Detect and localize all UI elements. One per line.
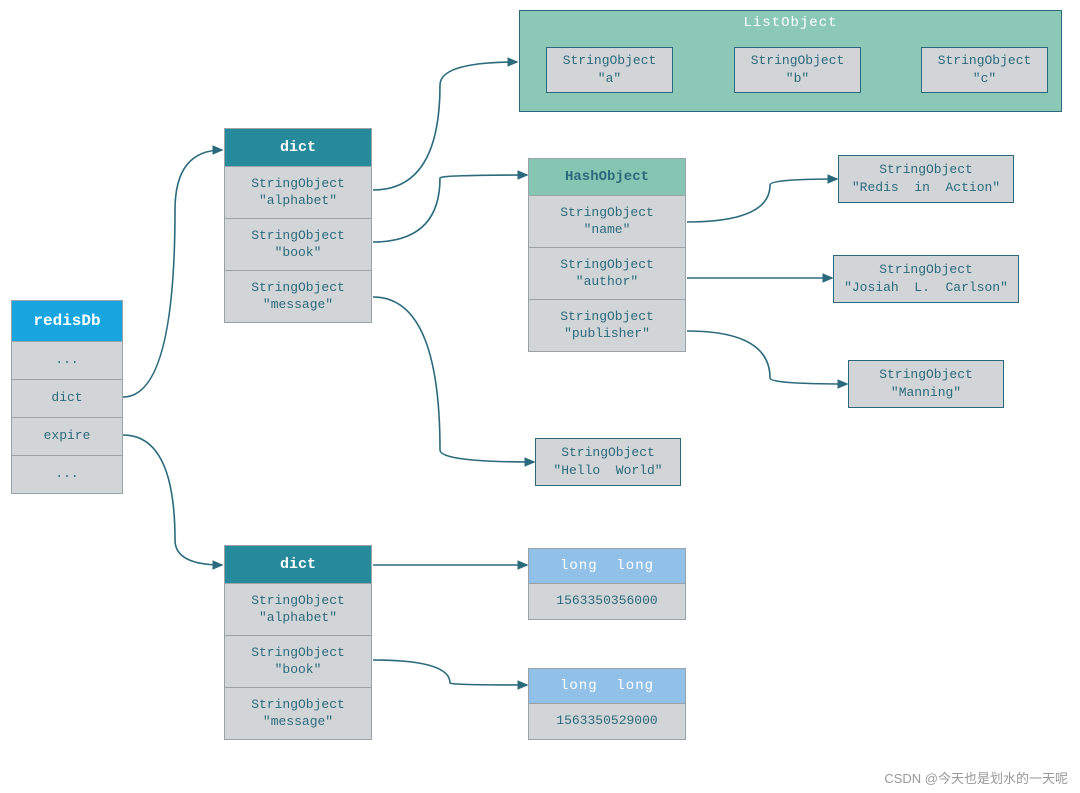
hashobject-row: StringObject "author" — [529, 247, 685, 299]
cell-val: "Manning" — [891, 384, 961, 402]
long1-header: long long — [529, 549, 685, 583]
cell-val: "publisher" — [564, 326, 650, 343]
listobject-item: StringObject "b" — [734, 47, 861, 93]
cell-val: "book" — [275, 245, 322, 262]
dict2-header: dict — [225, 546, 371, 583]
cell-type: StringObject — [879, 366, 973, 384]
long1-table: long long 1563350356000 — [528, 548, 686, 620]
cell-type: StringObject — [251, 176, 345, 193]
cell-val: "b" — [786, 70, 809, 88]
cell-val: "alphabet" — [259, 610, 337, 627]
cell-val: "book" — [275, 662, 322, 679]
cell-type: StringObject — [879, 261, 973, 279]
cell-type: StringObject — [560, 205, 654, 222]
dict1-row: StringObject "message" — [225, 270, 371, 322]
redisdb-row: expire — [12, 417, 122, 455]
long2-header: long long — [529, 669, 685, 703]
watermark: CSDN @今天也是划水的一天呢 — [884, 768, 1068, 787]
redisdb-row: dict — [12, 379, 122, 417]
cell-val: "c" — [973, 70, 996, 88]
cell-val: "Redis in Action" — [852, 179, 1000, 197]
cell-type: StringObject — [751, 52, 845, 70]
long2-table: long long 1563350529000 — [528, 668, 686, 740]
redisdb-header: redisDb — [12, 301, 122, 341]
dict2-row: StringObject "message" — [225, 687, 371, 739]
string-hello-world: StringObject "Hello World" — [535, 438, 681, 486]
cell-type: StringObject — [251, 645, 345, 662]
listobject-item: StringObject "a" — [546, 47, 673, 93]
redisdb-row: ... — [12, 341, 122, 379]
cell-type: StringObject — [251, 593, 345, 610]
cell-type: StringObject — [251, 280, 345, 297]
cell-type: StringObject — [879, 161, 973, 179]
string-manning: StringObject "Manning" — [848, 360, 1004, 408]
dict2-table: dict StringObject "alphabet" StringObjec… — [224, 545, 372, 740]
cell-val: "alphabet" — [259, 193, 337, 210]
redisdb-table: redisDb ... dict expire ... — [11, 300, 123, 494]
cell-val: "message" — [263, 714, 333, 731]
listobject-title: ListObject — [520, 11, 1061, 31]
cell-type: StringObject — [563, 52, 657, 70]
cell-val: "a" — [598, 70, 621, 88]
redisdb-row: ... — [12, 455, 122, 493]
hashobject-table: HashObject StringObject "name" StringObj… — [528, 158, 686, 352]
cell-val: "Hello World" — [553, 462, 662, 480]
cell-type: StringObject — [938, 52, 1032, 70]
dict1-row: StringObject "book" — [225, 218, 371, 270]
hashobject-header: HashObject — [529, 159, 685, 195]
cell-val: "Josiah L. Carlson" — [844, 279, 1008, 297]
cell-type: StringObject — [561, 444, 655, 462]
cell-type: StringObject — [251, 228, 345, 245]
cell-val: "message" — [263, 297, 333, 314]
dict2-row: StringObject "alphabet" — [225, 583, 371, 635]
cell-val: "name" — [584, 222, 631, 239]
long2-value: 1563350529000 — [529, 703, 685, 739]
cell-type: StringObject — [560, 309, 654, 326]
long1-value: 1563350356000 — [529, 583, 685, 619]
dict1-header: dict — [225, 129, 371, 166]
listobject-item: StringObject "c" — [921, 47, 1048, 93]
string-josiah: StringObject "Josiah L. Carlson" — [833, 255, 1019, 303]
cell-type: StringObject — [560, 257, 654, 274]
dict1-row: StringObject "alphabet" — [225, 166, 371, 218]
hashobject-row: StringObject "name" — [529, 195, 685, 247]
cell-type: StringObject — [251, 697, 345, 714]
dict2-row: StringObject "book" — [225, 635, 371, 687]
dict1-table: dict StringObject "alphabet" StringObjec… — [224, 128, 372, 323]
string-redis-in-action: StringObject "Redis in Action" — [838, 155, 1014, 203]
cell-val: "author" — [576, 274, 638, 291]
hashobject-row: StringObject "publisher" — [529, 299, 685, 351]
